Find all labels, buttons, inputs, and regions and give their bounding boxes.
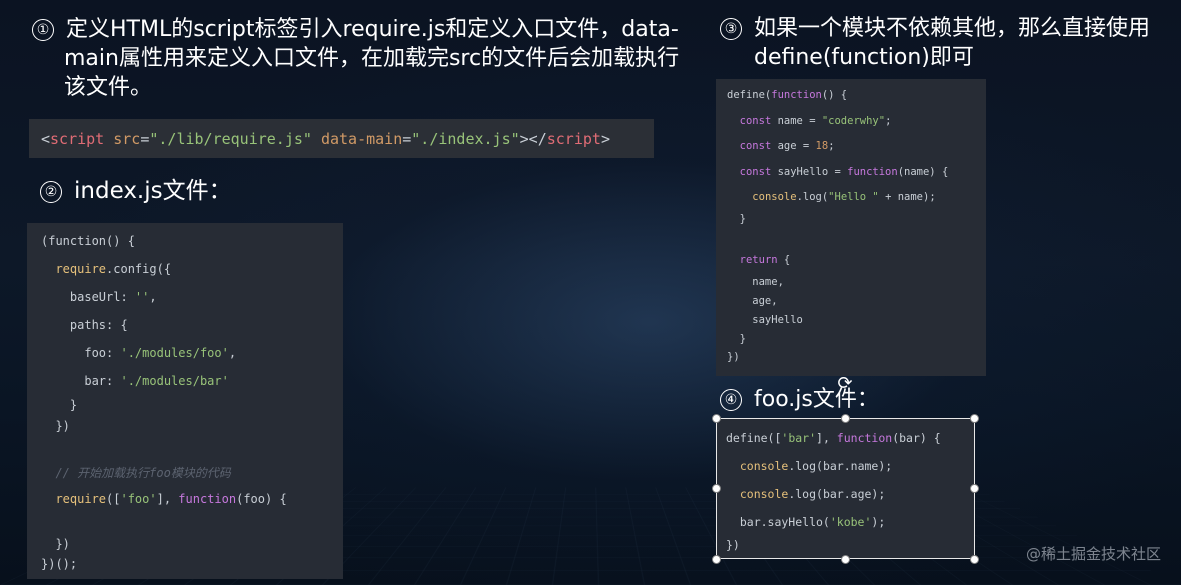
- code-line: define(function() {: [727, 89, 848, 101]
- code-line: }): [41, 419, 70, 433]
- code-line: }: [727, 333, 746, 345]
- rotate-handle-icon[interactable]: ⟳: [835, 374, 855, 394]
- code-line: baseUrl: '',: [41, 290, 157, 304]
- code-comment: // 开始加载执行foo模块的代码: [41, 466, 231, 480]
- code-line: sayHello: [727, 314, 803, 326]
- code-line: console.log(bar.age);: [739, 487, 886, 501]
- code-line: (function() {: [41, 234, 135, 248]
- bar-js-code-block: define(function() { const name = "coderw…: [716, 79, 986, 376]
- step3-number: ③: [720, 18, 742, 40]
- code-line: require(['foo'], function(foo) {: [55, 492, 287, 506]
- step3-heading: ③ 如果一个模块不依赖其他，那么直接使用 define(function)即可: [720, 14, 1180, 72]
- code-line: paths: {: [41, 318, 128, 332]
- code-line: name,: [727, 276, 784, 288]
- resize-handle-left[interactable]: [712, 484, 721, 493]
- step4-title: foo.js文件：: [754, 387, 879, 412]
- code-line: console.log("Hello " + name);: [752, 191, 936, 203]
- resize-handle-right[interactable]: [970, 484, 979, 493]
- resize-handle-top-right[interactable]: [970, 414, 979, 423]
- step1-line3: 该文件。: [64, 75, 153, 100]
- code-line: const name = "coderwhy";: [739, 115, 892, 127]
- code-line: define(['bar'], function(bar) {: [726, 431, 941, 445]
- resize-handle-top-left[interactable]: [712, 414, 721, 423]
- resize-handle-bottom-left[interactable]: [712, 555, 721, 564]
- code-line: const sayHello = function(name) {: [739, 166, 949, 178]
- code-line: }: [41, 398, 78, 412]
- resize-handle-top[interactable]: [841, 414, 850, 423]
- step2-number: ②: [40, 181, 62, 203]
- script-tag-line: <script src="./lib/require.js" data-main…: [41, 130, 610, 148]
- code-line: return {: [739, 254, 791, 266]
- code-line: console.log(bar.name);: [739, 459, 893, 473]
- step1-heading: ① 定义HTML的script标签引入require.js和定义入口文件，data…: [32, 15, 692, 102]
- foo-js-code-block[interactable]: define(['bar'], function(bar) { console.…: [716, 418, 975, 559]
- code-line: }): [41, 537, 70, 551]
- code-line: }: [727, 213, 746, 225]
- code-line: foo: './modules/foo',: [41, 346, 237, 360]
- code-line: age,: [727, 295, 778, 307]
- step1-line1: 定义HTML的script标签引入require.js和定义入口文件，data-: [66, 17, 679, 42]
- script-tag-snippet: <script src="./lib/require.js" data-main…: [29, 119, 654, 158]
- resize-handle-bottom[interactable]: [841, 555, 850, 564]
- step1-number: ①: [32, 19, 54, 41]
- index-js-code-block: (function() { require.config({ baseUrl: …: [27, 223, 343, 579]
- code-line: }): [727, 351, 740, 363]
- code-line: bar: './modules/bar': [41, 374, 229, 388]
- step3-line2: define(function)即可: [754, 45, 974, 70]
- code-line: const age = 18;: [739, 140, 835, 152]
- code-line: require.config({: [55, 262, 172, 276]
- step1-line2: main属性用来定义入口文件，在加载完src的文件后会加载执行: [64, 46, 680, 71]
- step3-line1: 如果一个模块不依赖其他，那么直接使用: [754, 16, 1151, 41]
- code-line: }): [726, 538, 740, 552]
- code-line: })();: [41, 557, 78, 571]
- step2-title: index.js文件：: [74, 178, 232, 204]
- code-line: bar.sayHello('kobe');: [726, 515, 886, 529]
- step4-number: ④: [720, 389, 742, 411]
- step2-heading: ② index.js文件：: [40, 177, 232, 206]
- watermark: @稀土掘金技术社区: [1025, 545, 1161, 563]
- step4-heading: ④ foo.js文件：: [720, 385, 879, 414]
- resize-handle-bottom-right[interactable]: [970, 555, 979, 564]
